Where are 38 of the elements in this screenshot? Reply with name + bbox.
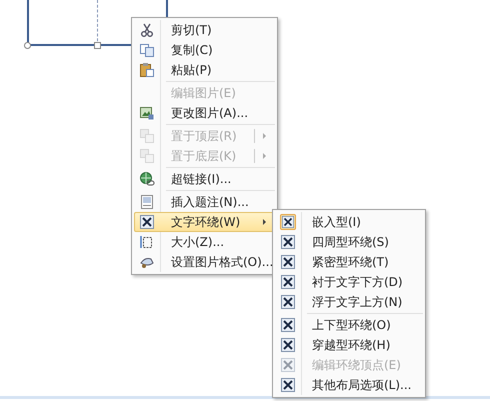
menu-item[interactable]: 紧密型环绕(T) bbox=[275, 252, 423, 272]
text-wrap-icon bbox=[280, 377, 296, 393]
resize-handle[interactable] bbox=[94, 42, 101, 49]
menu-item[interactable]: 粘贴(P) bbox=[134, 60, 275, 80]
text-wrap-icon bbox=[139, 214, 155, 230]
resize-handle[interactable] bbox=[24, 42, 31, 49]
menu-item[interactable]: 超链接(I)... bbox=[134, 169, 275, 189]
text-wrap-icon bbox=[280, 294, 296, 310]
paste-icon bbox=[139, 62, 155, 78]
menu-item[interactable]: 衬于文字下方(D) bbox=[275, 272, 423, 292]
globe-icon bbox=[139, 171, 155, 187]
menu-item[interactable]: 设置图片格式(O)... bbox=[134, 252, 275, 272]
menu-item[interactable]: 复制(C) bbox=[134, 40, 275, 60]
copy-icon bbox=[139, 42, 155, 58]
menu-item[interactable]: 插入题注(N)... bbox=[134, 192, 275, 212]
resize-icon bbox=[139, 234, 155, 250]
text-wrap-icon bbox=[280, 214, 296, 230]
layers-icon bbox=[139, 128, 155, 144]
menu-item[interactable]: 文字环绕(W) bbox=[134, 212, 275, 232]
text-wrap-icon bbox=[280, 234, 296, 250]
picture-icon bbox=[139, 105, 155, 121]
menu-item[interactable]: 穿越型环绕(H) bbox=[275, 335, 423, 355]
menu-item[interactable]: 剪切(T) bbox=[134, 20, 275, 40]
menu-item[interactable]: 四周型环绕(S) bbox=[275, 232, 423, 252]
caption-icon bbox=[139, 194, 155, 210]
layers-icon bbox=[139, 148, 155, 164]
scissors-icon bbox=[139, 22, 155, 38]
menu-item[interactable]: 大小(Z)... bbox=[134, 232, 275, 252]
menu-item[interactable]: 其他布局选项(L)... bbox=[275, 375, 423, 395]
text-wrap-icon bbox=[280, 254, 296, 270]
menu-item[interactable]: 上下型环绕(O) bbox=[275, 315, 423, 335]
text-wrap-icon bbox=[280, 337, 296, 353]
text-wrap-icon bbox=[280, 357, 296, 373]
menu-item[interactable]: 浮于文字上方(N) bbox=[275, 292, 423, 312]
text-wrap-icon bbox=[280, 317, 296, 333]
menu-item[interactable]: 更改图片(A)... bbox=[134, 103, 275, 123]
menu-item[interactable]: 嵌入型(I) bbox=[275, 212, 423, 232]
text-wrap-icon bbox=[280, 274, 296, 290]
